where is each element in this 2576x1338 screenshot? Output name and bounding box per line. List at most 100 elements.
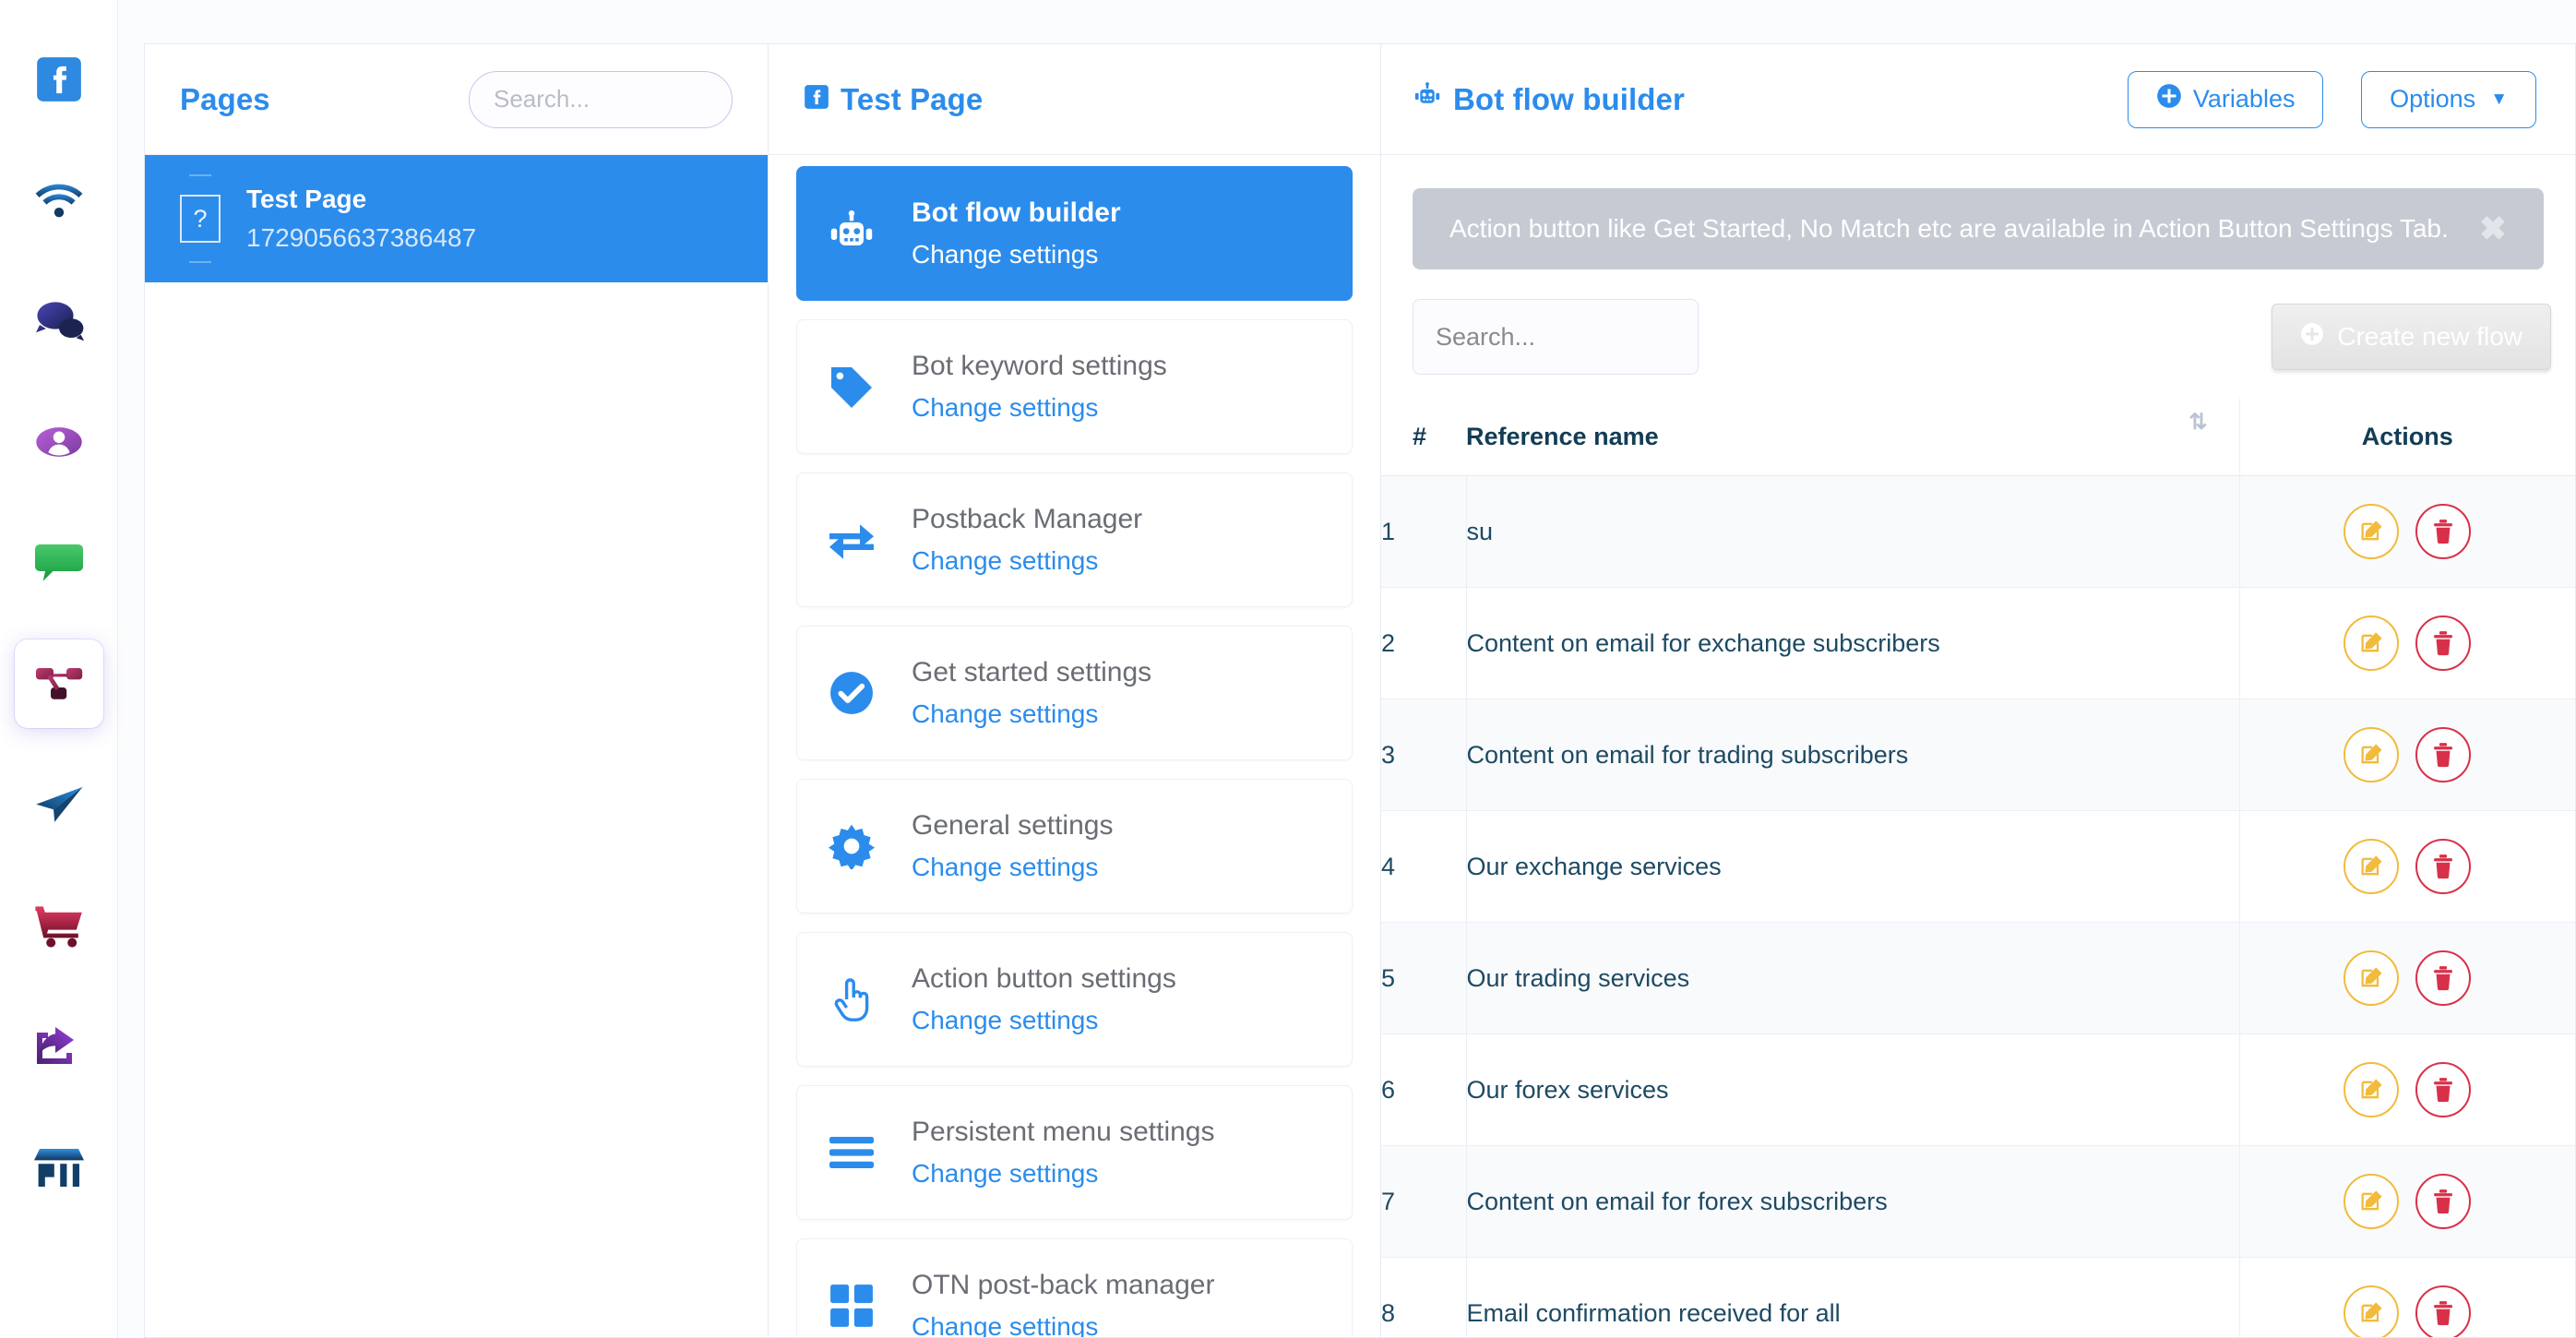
row-reference-name: su [1465,475,2239,588]
hand-pointer-icon [823,975,880,1023]
options-button-label: Options [2390,85,2476,113]
settings-card-link[interactable]: Change settings [912,853,1113,882]
settings-card-bot-flow-builder[interactable]: Bot flow builder Change settings [796,166,1353,301]
sidebar-item-broadcast[interactable] [15,156,103,245]
flow-search-placeholder: Search... [1436,322,1536,351]
create-new-flow-button[interactable]: Create new flow [2272,304,2551,370]
alert-message: Action button like Get Started, No Match… [1449,214,2449,243]
app-root: Pages Search... ? Test Page 172905663738… [0,0,2576,1338]
subscribers-icon [35,418,83,466]
trash-icon[interactable] [2415,1174,2472,1229]
page-item-name: Test Page [246,185,367,213]
close-icon[interactable]: ✖ [2479,212,2507,245]
pages-search-input[interactable]: Search... [469,70,733,128]
settings-card-link[interactable]: Change settings [912,1312,1214,1337]
livechat-icon [33,543,85,583]
sidebar-item-send[interactable] [15,760,103,849]
settings-card-title: Persistent menu settings [912,1117,1215,1147]
store-icon [33,1146,85,1189]
sidebar-item-comments[interactable] [15,277,103,365]
settings-card-text: Get started settings Change settings [912,657,1151,729]
edit-icon[interactable] [2343,504,2400,559]
edit-icon[interactable] [2343,950,2400,1006]
row-actions [2238,699,2575,811]
sidebar-item-ecommerce[interactable] [15,881,103,970]
edit-icon[interactable] [2343,839,2400,894]
gear-icon [823,823,880,869]
settings-card-link[interactable]: Change settings [912,240,1121,269]
settings-card-general-settings[interactable]: General settings Change settings [796,779,1353,914]
comments-icon [33,298,85,344]
trash-icon[interactable] [2415,504,2472,559]
page-settings-title-wrap: Test Page [804,82,983,117]
sidebar-item-store[interactable] [15,1123,103,1212]
trash-icon[interactable] [2415,950,2472,1006]
sidebar-item-bot-flow[interactable] [14,639,103,728]
settings-card-link[interactable]: Change settings [912,1006,1176,1035]
settings-card-link[interactable]: Change settings [912,1159,1215,1189]
options-button[interactable]: Options ▼ [2361,70,2536,128]
send-icon [33,782,85,827]
trash-icon[interactable] [2415,1062,2472,1117]
page-item-text: Test Page 1729056637386487 [246,185,476,253]
flows-table: # Reference name ⇅ Actions 1 su 2 Conten… [1381,399,2575,1337]
trash-icon[interactable] [2415,615,2472,671]
settings-card-get-started-settings[interactable]: Get started settings Change settings [796,626,1353,760]
trash-icon[interactable] [2415,839,2472,894]
trash-icon[interactable] [2415,727,2472,782]
edit-icon[interactable] [2343,727,2400,782]
table-row[interactable]: 1 su [1381,475,2575,588]
row-index: 4 [1381,810,1466,923]
chevron-down-icon: ▼ [2490,90,2508,109]
row-reference-name: Email confirmation received for all [1465,1257,2239,1337]
table-row[interactable]: 6 Our forex services [1381,1033,2575,1146]
table-row[interactable]: 2 Content on email for exchange subscrib… [1381,587,2575,699]
row-index: 5 [1381,922,1466,1034]
sidebar-item-livechat[interactable] [15,519,103,607]
edit-icon[interactable] [2343,1285,2400,1337]
settings-card-link[interactable]: Change settings [912,393,1167,423]
row-reference-name: Our trading services [1465,922,2239,1034]
create-new-flow-label: Create new flow [2337,322,2522,351]
settings-card-bot-keyword-settings[interactable]: Bot keyword settings Change settings [796,319,1353,454]
settings-card-link[interactable]: Change settings [912,699,1151,729]
flow-search-input[interactable]: Search... [1413,299,1699,375]
row-actions [2238,1145,2575,1258]
settings-card-persistent-menu-settings[interactable]: Persistent menu settings Change settings [796,1085,1353,1220]
col-header-index: # [1381,399,1466,476]
table-row[interactable]: 8 Email confirmation received for all [1381,1257,2575,1337]
edit-icon[interactable] [2343,1062,2400,1117]
row-actions [2238,922,2575,1034]
row-actions [2238,587,2575,699]
sidebar-item-facebook[interactable] [15,35,103,124]
table-row[interactable]: 7 Content on email for forex subscribers [1381,1145,2575,1258]
sidebar-item-share[interactable] [15,1002,103,1091]
table-row[interactable]: 3 Content on email for trading subscribe… [1381,699,2575,811]
settings-card-title: Get started settings [912,657,1152,687]
col-header-reference-name-label: Reference name [1466,423,1659,450]
share-icon [33,1024,85,1069]
variables-button[interactable]: Variables [2127,70,2324,128]
settings-card-postback-manager[interactable]: Postback Manager Change settings [796,472,1353,607]
row-index: 3 [1381,699,1466,811]
settings-card-action-button-settings[interactable]: Action button settings Change settings [796,932,1353,1067]
settings-card-otn-postback-manager[interactable]: OTN post-back manager Change settings [796,1238,1353,1337]
menu-bars-icon [823,1135,880,1170]
sidebar-item-subscribers[interactable] [15,398,103,486]
edit-icon[interactable] [2343,1174,2400,1229]
row-reference-name: Content on email for forex subscribers [1465,1145,2239,1258]
broken-image-glyph: ? [193,204,208,233]
settings-card-text: Persistent menu settings Change settings [912,1117,1215,1189]
settings-card-link[interactable]: Change settings [912,546,1142,576]
trash-icon[interactable] [2415,1285,2472,1337]
settings-card-text: General settings Change settings [912,810,1113,882]
ecommerce-icon [33,902,85,949]
tag-icon [823,364,880,410]
edit-icon[interactable] [2343,615,2400,671]
pages-list-item-test-page[interactable]: ? Test Page 1729056637386487 [145,155,768,282]
row-actions [2238,810,2575,923]
sort-icon[interactable]: ⇅ [2188,412,2207,434]
col-header-reference-name[interactable]: Reference name ⇅ [1466,399,2239,476]
table-row[interactable]: 5 Our trading services [1381,922,2575,1034]
table-row[interactable]: 4 Our exchange services [1381,810,2575,923]
